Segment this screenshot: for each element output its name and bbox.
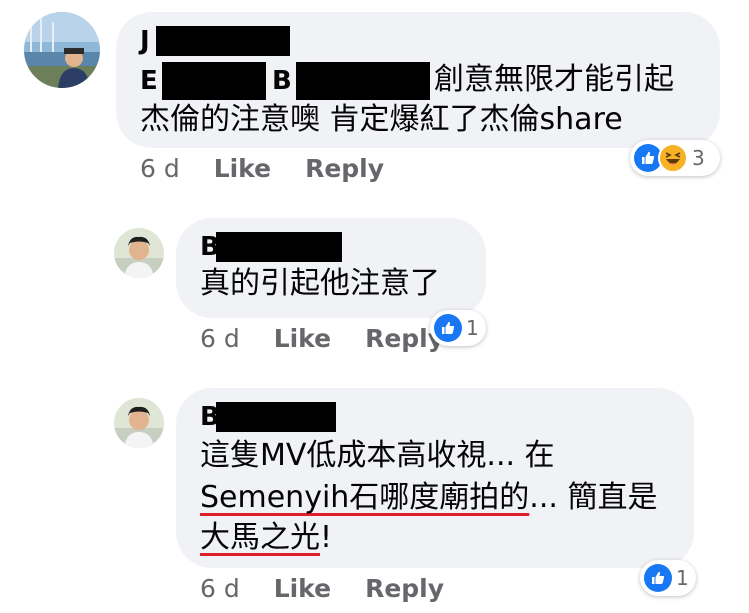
reaction-summary[interactable]: 1 [430,310,486,346]
like-button[interactable]: Like [214,154,271,183]
comment-text: 這隻MV低成本高收視... 在 [200,438,555,473]
comment-text-fragment: ... 簡直是 [529,480,658,515]
redaction-bar [296,62,430,100]
like-icon [434,314,462,342]
commenter-name[interactable]: J [140,26,150,56]
like-button[interactable]: Like [274,324,331,353]
reaction-count: 1 [466,316,479,340]
avatar[interactable] [114,398,164,448]
reply-button[interactable]: Reply [365,574,444,603]
avatar-photo [114,398,164,448]
avatar[interactable] [114,228,164,278]
timestamp[interactable]: 6 d [200,324,240,353]
avatar[interactable] [24,12,100,88]
reaction-count: 1 [676,566,689,590]
laugh-icon [658,143,688,173]
comment-text: 創意無限才能引起 [434,62,674,97]
comment-actions: 6 d Like Reply [200,574,444,604]
comment-text-line: Semenyih石哪度廟拍的... 簡直是 [200,476,657,520]
reaction-summary[interactable]: 1 [640,560,696,596]
reaction-summary[interactable]: 3 [630,140,720,176]
reaction-count: 3 [692,146,705,170]
reply-button[interactable]: Reply [305,154,384,183]
timestamp[interactable]: 6 d [200,574,240,603]
redaction-bar [156,26,290,56]
comment-text-fragment: ! [320,520,333,555]
timestamp[interactable]: 6 d [140,154,180,183]
redaction-bar [162,62,266,100]
redaction-bar [216,402,336,432]
like-icon [644,564,672,592]
tagged-name-1[interactable]: E [140,66,158,96]
like-button[interactable]: Like [274,574,331,603]
comment-text: 真的引起他注意了 [200,266,440,301]
redaction-bar [216,232,342,262]
avatar-photo [114,228,164,278]
tagged-name-2[interactable]: B [272,66,292,96]
underlined-phrase: Semenyih石哪度廟拍的 [200,480,530,515]
underlined-phrase: 大馬之光 [200,520,320,555]
comment-actions: 6 d Like Reply [200,324,444,354]
comment-actions: 6 d Like Reply [140,154,384,184]
comment-text-line: 大馬之光! [200,516,332,560]
avatar-photo [24,12,100,88]
comment-text: 杰倫的注意噢 肯定爆紅了杰倫share [140,102,623,137]
